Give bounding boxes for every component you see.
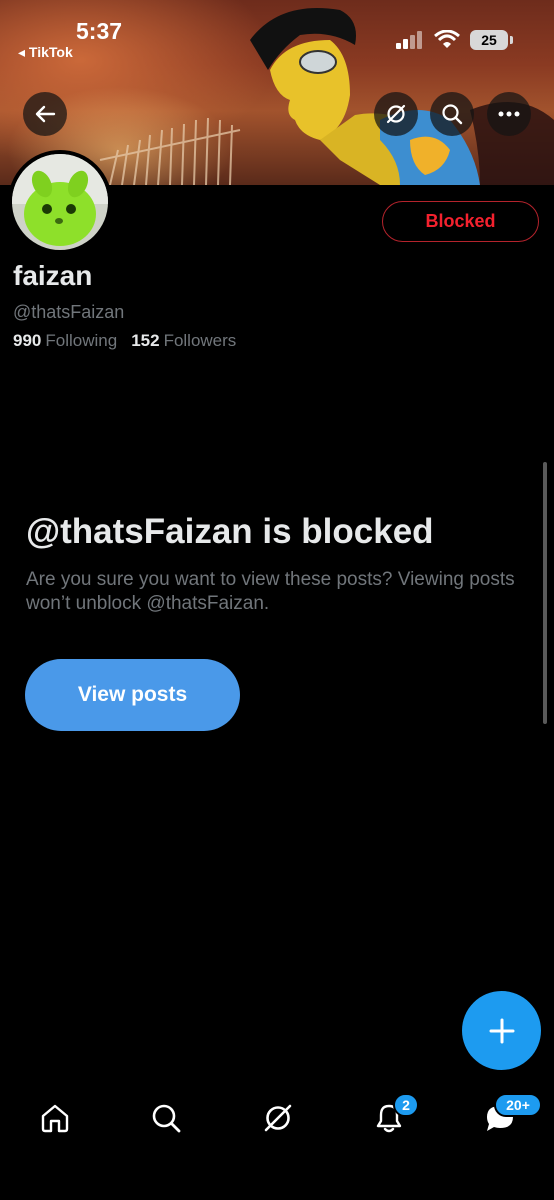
search-icon <box>442 104 463 125</box>
view-posts-button[interactable]: View posts <box>25 659 240 731</box>
blocked-title: @thatsFaizan is blocked <box>26 512 434 551</box>
cellular-signal-icon <box>396 31 422 49</box>
status-time: 5:37 <box>76 18 123 44</box>
compose-post-button[interactable] <box>462 991 541 1070</box>
search-button[interactable] <box>430 92 474 136</box>
plus-icon <box>489 1018 514 1043</box>
home-icon <box>41 1104 69 1133</box>
blocked-description: Are you sure you want to view these post… <box>26 569 515 614</box>
blocked-button[interactable]: Blocked <box>382 201 539 242</box>
wifi-icon <box>434 30 460 48</box>
profile-page: 5:37 ◂ TikTok 25 Blocked faizan @thatsFa… <box>0 0 554 1200</box>
tab-home[interactable] <box>35 1098 75 1138</box>
battery-indicator: 25 <box>470 30 513 50</box>
back-to-app-link[interactable]: ◂ TikTok <box>18 44 73 61</box>
grok-icon <box>386 104 406 124</box>
back-arrow-icon <box>35 105 56 123</box>
followers-link[interactable]: 152 Followers <box>131 331 236 351</box>
avatar-image <box>12 154 108 250</box>
tab-grok[interactable] <box>258 1098 298 1138</box>
more-icon <box>498 111 520 117</box>
messages-badge: 20+ <box>494 1093 542 1117</box>
more-options-button[interactable] <box>487 92 531 136</box>
grok-button[interactable] <box>374 92 418 136</box>
explore-icon <box>264 1104 292 1132</box>
explore-search-icon <box>152 1104 181 1133</box>
profile-avatar[interactable] <box>8 150 112 254</box>
tab-search[interactable] <box>146 1098 186 1138</box>
followers-count: 152 <box>131 331 160 350</box>
status-indicators: 25 <box>396 30 513 50</box>
profile-name: faizan <box>13 260 93 291</box>
following-count: 990 <box>13 331 42 350</box>
bottom-navigation: 2 20+ <box>0 1080 554 1150</box>
followers-label: Followers <box>163 331 237 350</box>
profile-handle: @thatsFaizan <box>13 302 125 322</box>
notifications-badge: 2 <box>393 1093 419 1117</box>
following-label: Following <box>45 331 118 350</box>
follow-stats: 990 Following 152 Followers <box>13 331 236 351</box>
scrollbar[interactable] <box>543 462 547 724</box>
back-button[interactable] <box>23 92 67 136</box>
following-link[interactable]: 990 Following <box>13 331 117 351</box>
